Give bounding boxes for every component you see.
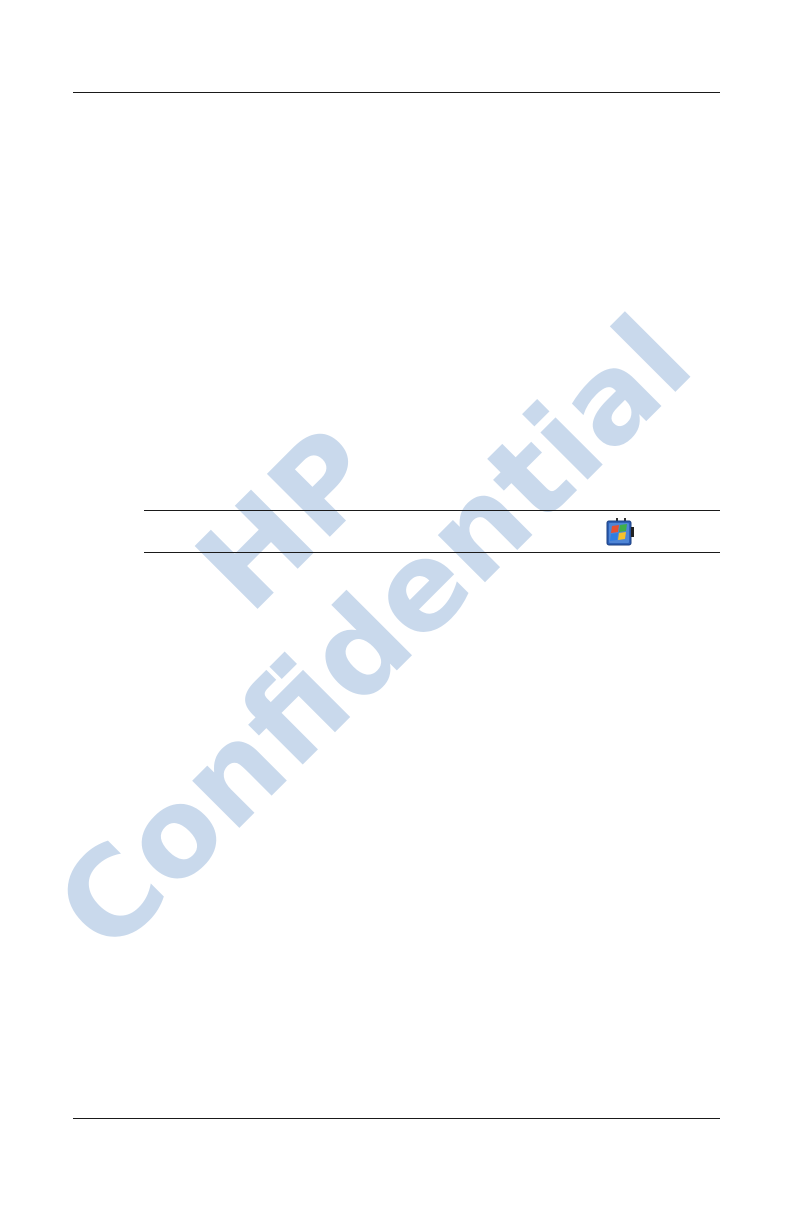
header-rule <box>73 92 720 93</box>
note-bottom-rule <box>144 552 720 553</box>
footer-rule <box>73 1118 720 1119</box>
watermark-line-confidential: Confidential <box>30 290 719 979</box>
windows-start-icon <box>606 518 634 546</box>
confidential-watermark: HP Confidential <box>30 290 719 979</box>
